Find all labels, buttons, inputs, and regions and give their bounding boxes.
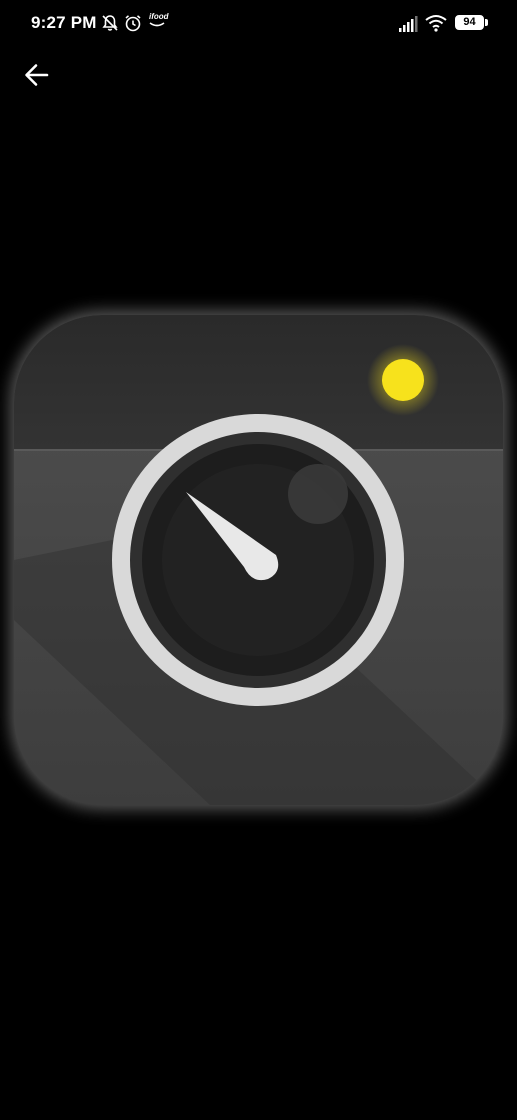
bell-off-icon xyxy=(102,15,118,31)
battery-icon: 94 xyxy=(455,15,484,30)
battery-level: 94 xyxy=(463,16,476,28)
status-time: 9:27 PM xyxy=(31,13,97,32)
back-button[interactable] xyxy=(18,56,58,96)
ifood-label: ifood xyxy=(149,12,169,21)
status-bar: 9:27 PM ifood 94 xyxy=(0,0,517,46)
alarm-clock-icon xyxy=(125,15,141,32)
arrow-left-icon xyxy=(25,64,49,86)
camera-app-icon-image xyxy=(10,311,507,809)
flash-light xyxy=(382,359,424,401)
wifi-icon xyxy=(425,15,447,32)
lens-reflection xyxy=(288,464,348,524)
battery-tip xyxy=(485,19,488,26)
signal-icon xyxy=(399,16,418,32)
